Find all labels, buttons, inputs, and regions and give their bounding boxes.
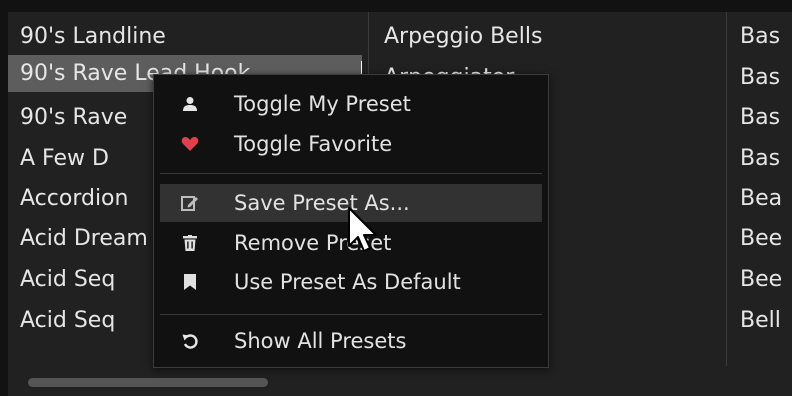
scrollbar-thumb[interactable] xyxy=(28,378,268,387)
mouse-pointer-icon xyxy=(348,207,377,252)
preset-item[interactable]: Bas xyxy=(730,140,780,177)
undo-icon xyxy=(180,331,200,351)
preset-item[interactable]: Bell xyxy=(730,302,781,339)
bookmark-icon xyxy=(180,272,200,292)
heart-icon xyxy=(180,134,200,154)
user-icon xyxy=(180,94,200,114)
menu-separator xyxy=(160,173,542,174)
preset-column-3: Bas Bas Bas Bas Bea Bee Bee Bell xyxy=(730,12,792,372)
menu-item-toggle-favorite[interactable]: Toggle Favorite xyxy=(160,125,542,163)
preset-item[interactable]: Bee xyxy=(730,261,782,298)
preset-item[interactable]: Bas xyxy=(730,59,780,96)
menu-item-label: Toggle My Preset xyxy=(234,92,411,116)
menu-item-toggle-my-preset[interactable]: Toggle My Preset xyxy=(160,85,542,123)
menu-item-label: Toggle Favorite xyxy=(234,132,393,156)
preset-item[interactable]: Bas xyxy=(730,99,780,136)
preset-item[interactable]: Bea xyxy=(730,180,782,217)
menu-separator xyxy=(160,314,542,315)
edit-icon xyxy=(180,193,200,213)
horizontal-scrollbar[interactable] xyxy=(16,374,784,388)
preset-item[interactable]: Arpeggio Bells xyxy=(370,18,724,55)
preset-item[interactable]: Bee xyxy=(730,220,782,257)
preset-item[interactable]: Bas xyxy=(730,18,780,55)
menu-item-label: Show All Presets xyxy=(234,329,407,353)
menu-item-use-preset-as-default[interactable]: Use Preset As Default xyxy=(160,263,542,301)
menu-item-label: Save Preset As... xyxy=(234,191,410,215)
trash-icon xyxy=(180,233,200,253)
column-divider xyxy=(726,12,727,366)
menu-item-show-all-presets[interactable]: Show All Presets xyxy=(160,322,542,360)
preset-item[interactable]: 90's Landline xyxy=(8,18,362,55)
menu-item-label: Use Preset As Default xyxy=(234,270,461,294)
